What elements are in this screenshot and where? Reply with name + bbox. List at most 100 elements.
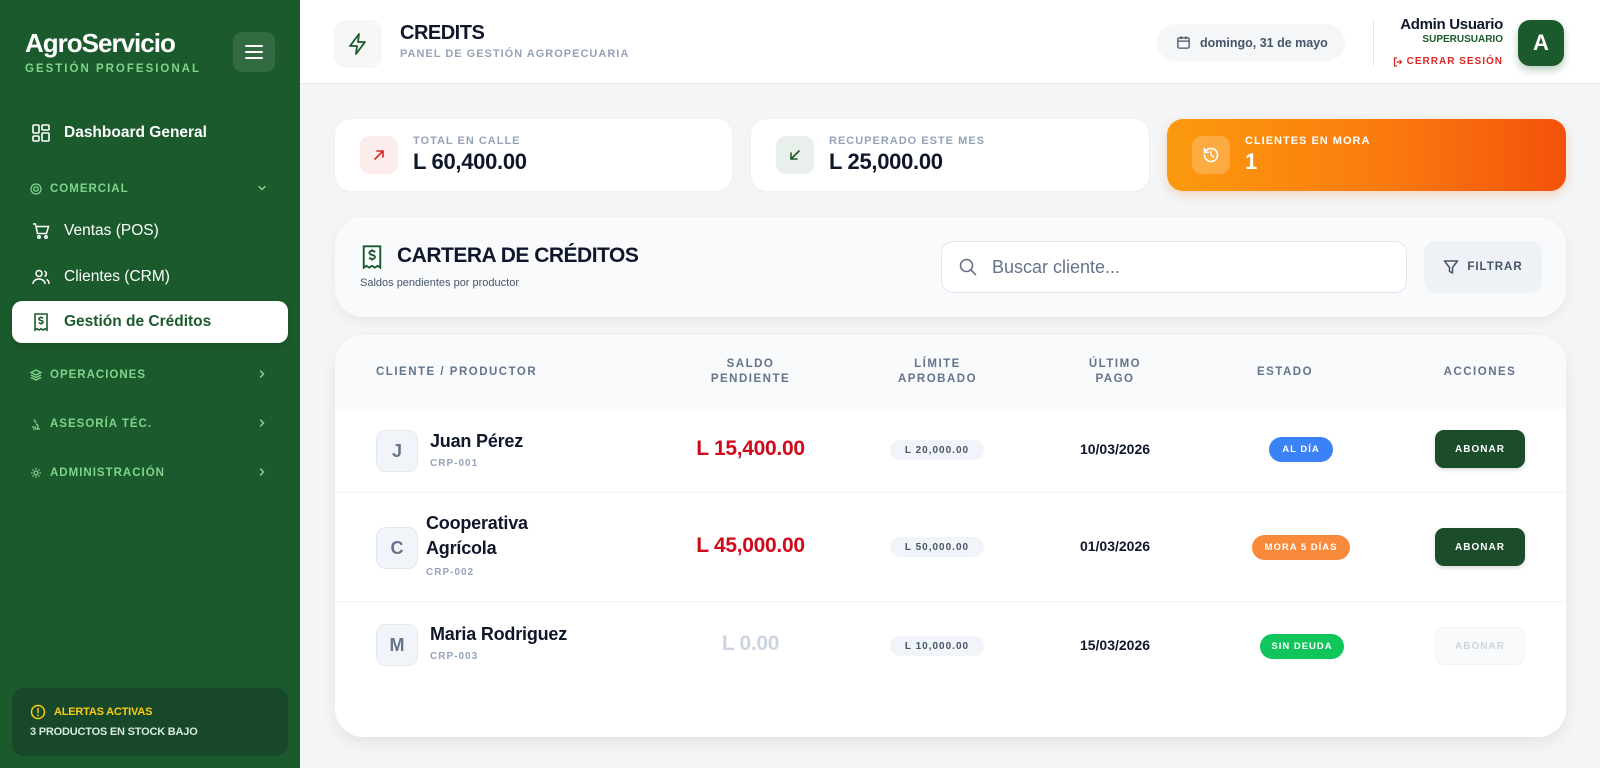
alert-text: 3 PRODUCTOS EN STOCK BAJO: [30, 726, 198, 738]
lightning-icon: [334, 20, 382, 68]
stat-label: CLIENTES EN MORA: [1245, 135, 1371, 147]
arrow-up-right-icon: [360, 136, 398, 174]
last-payment-date: 01/03/2026: [1079, 538, 1151, 554]
section-comercial[interactable]: COMERCIAL: [30, 179, 270, 199]
user-name: Admin Usuario: [1400, 16, 1503, 33]
chevron-right-icon: [259, 419, 265, 427]
client-name-line2: Agrícola: [426, 538, 497, 558]
table-row: M Maria Rodriguez CRP-003 L 0.00 L 10,00…: [335, 602, 1566, 687]
logout-icon: [1393, 56, 1402, 67]
logout-label: CERRAR SESIÓN: [1406, 56, 1503, 67]
header-divider: [1373, 20, 1374, 66]
stat-card-recovered: RECUPERADO ESTE MES L 25,000.00: [751, 119, 1149, 191]
balance-value: L 45,000.00: [696, 534, 805, 557]
page-title: CREDITS: [400, 22, 485, 44]
search-input[interactable]: [992, 256, 1392, 278]
menu-toggle-button[interactable]: [233, 32, 275, 72]
calendar-icon: [1177, 36, 1190, 49]
abonar-button-disabled[interactable]: ABONAR: [1435, 627, 1525, 665]
filter-label: FILTRAR: [1467, 261, 1523, 273]
status-badge: AL DÍA: [1269, 437, 1333, 462]
last-payment-date: 15/03/2026: [1079, 637, 1151, 653]
filter-icon: [1444, 260, 1459, 274]
table-header: CLIENTE / PRODUCTOR SALDO PENDIENTE LÍMI…: [335, 335, 1566, 409]
abonar-button[interactable]: ABONAR: [1435, 430, 1525, 468]
client-initial: C: [376, 527, 418, 569]
header-balance: SALDO PENDIENTE: [635, 335, 866, 409]
stat-value: L 60,400.00: [413, 149, 527, 174]
stat-value: L 25,000.00: [829, 149, 943, 174]
cartera-subtitle: Saldos pendientes por productor: [360, 277, 519, 289]
header-balance-line1: SALDO: [726, 358, 775, 370]
client-code: CRP-002: [426, 567, 475, 578]
arrow-down-left-icon: [776, 136, 814, 174]
sidebar-item-dashboard[interactable]: Dashboard General: [12, 112, 288, 154]
cart-icon: [30, 220, 52, 242]
receipt-dollar-icon: [30, 311, 52, 333]
brand-subtitle: GESTIÓN PROFESIONAL: [25, 63, 202, 75]
brand-title: AgroServicio: [25, 28, 176, 58]
header-limit-line2: APROBADO: [897, 373, 978, 385]
section-label: OPERACIONES: [50, 369, 146, 381]
logout-link[interactable]: CERRAR SESIÓN: [1393, 56, 1503, 67]
header-actions: ACCIONES: [1443, 365, 1517, 378]
section-asesoria[interactable]: ASESORÍA TÉC.: [30, 414, 270, 434]
microscope-icon: [30, 417, 44, 431]
table-row: J Juan Pérez CRP-001 L 15,400.00 L 20,00…: [335, 409, 1566, 493]
target-icon: [30, 182, 44, 196]
client-initial: M: [376, 624, 418, 666]
limit-value: L 50,000.00: [890, 537, 984, 557]
chevron-right-icon: [259, 370, 265, 378]
date-text: domingo, 31 de mayo: [1200, 35, 1328, 50]
header-client: CLIENTE / PRODUCTOR: [376, 365, 538, 378]
page-subtitle: PANEL DE GESTIÓN AGROPECUARIA: [400, 48, 630, 60]
sidebar-item-label: Clientes (CRM): [64, 268, 170, 285]
header-last-payment: ÚLTIMO PAGO: [1047, 335, 1183, 409]
client-name: Maria Rodriguez: [430, 624, 568, 644]
balance-value: L 15,400.00: [696, 437, 805, 460]
brand: AgroServicio GESTIÓN PROFESIONAL: [25, 28, 201, 75]
top-header: CREDITS PANEL DE GESTIÓN AGROPECUARIA do…: [300, 0, 1600, 84]
status-badge: SIN DEUDA: [1260, 634, 1344, 659]
sidebar-item-creditos[interactable]: Gestión de Créditos: [12, 301, 288, 343]
gear-icon: [30, 466, 44, 480]
limit-value: L 10,000.00: [890, 636, 984, 656]
layers-icon: [30, 368, 44, 382]
dashboard-icon: [30, 122, 52, 144]
section-administracion[interactable]: ADMINISTRACIÓN: [30, 463, 270, 483]
avatar[interactable]: A: [1518, 20, 1564, 66]
header-status: ESTADO: [1256, 365, 1314, 378]
cartera-title: CARTERA DE CRÉDITOS: [397, 244, 639, 267]
alerts-box[interactable]: ALERTAS ACTIVAS 3 PRODUCTOS EN STOCK BAJ…: [12, 688, 288, 756]
sidebar: AgroServicio GESTIÓN PROFESIONAL Dashboa…: [0, 0, 300, 768]
status-badge: MORA 5 DÍAS: [1252, 535, 1350, 560]
sidebar-item-ventas[interactable]: Ventas (POS): [12, 210, 288, 252]
section-label: COMERCIAL: [50, 183, 129, 195]
search-icon: [959, 258, 977, 276]
alert-circle-icon: [30, 704, 46, 720]
section-label: ASESORÍA TÉC.: [50, 418, 153, 430]
user-role: SUPERUSUARIO: [1422, 34, 1503, 45]
cartera-panel: CARTERA DE CRÉDITOS Saldos pendientes po…: [335, 217, 1566, 317]
users-icon: [30, 266, 52, 288]
header-limit: LÍMITE APROBADO: [870, 335, 1005, 409]
client-name-line1: Cooperativa: [426, 513, 528, 533]
sidebar-item-clientes[interactable]: Clientes (CRM): [12, 256, 288, 298]
alert-title-text: ALERTAS ACTIVAS: [54, 706, 153, 718]
chevron-down-icon: [258, 185, 266, 191]
history-icon: [1192, 136, 1230, 174]
client-initial: J: [376, 430, 418, 472]
hamburger-icon: [245, 45, 263, 59]
last-payment-date: 10/03/2026: [1079, 441, 1151, 457]
search-box[interactable]: [941, 241, 1407, 293]
abonar-button[interactable]: ABONAR: [1435, 528, 1525, 566]
header-limit-line1: LÍMITE: [914, 358, 961, 370]
stat-label: TOTAL EN CALLE: [413, 135, 521, 147]
header-last-line1: ÚLTIMO: [1088, 358, 1142, 370]
section-operaciones[interactable]: OPERACIONES: [30, 365, 270, 385]
chevron-right-icon: [259, 468, 265, 476]
balance-value: L 0.00: [721, 632, 780, 655]
client-code: CRP-003: [430, 651, 479, 662]
filter-button[interactable]: FILTRAR: [1424, 241, 1542, 293]
stat-card-total: TOTAL EN CALLE L 60,400.00: [335, 119, 732, 191]
